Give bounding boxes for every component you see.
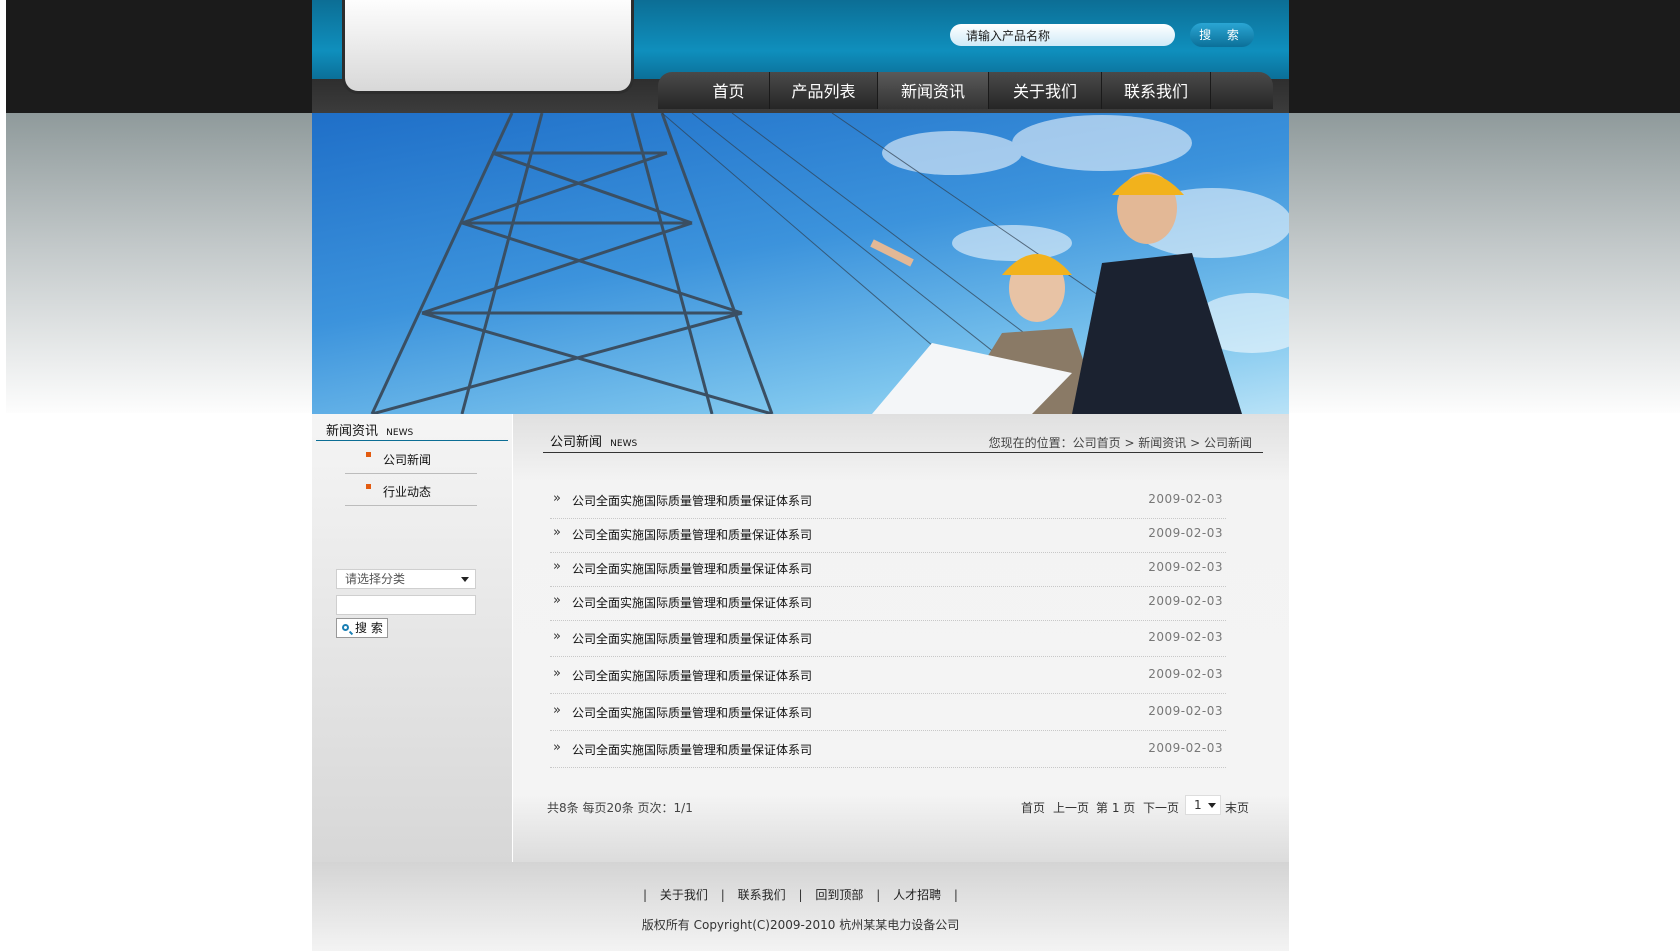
- sidebar-search-label: 搜 索: [355, 621, 383, 635]
- pager-prev[interactable]: 上一页: [1053, 799, 1089, 816]
- page-select[interactable]: 1: [1185, 795, 1221, 815]
- page-title-text: 公司新闻: [550, 435, 603, 450]
- product-search-button[interactable]: 搜 索: [1190, 23, 1254, 47]
- sidebar-title: 新闻资讯 NEWS: [326, 420, 413, 439]
- footer-link-jobs[interactable]: 人才招聘: [893, 888, 941, 902]
- bullet-icon: [366, 452, 371, 457]
- news-title[interactable]: 公司全面实施国际质量管理和质量保证体系司: [572, 741, 812, 758]
- nav-contact[interactable]: 联系我们: [1102, 72, 1211, 109]
- double-chevron-icon: »: [553, 559, 561, 574]
- news-date: 2009-02-03: [1148, 526, 1223, 540]
- news-title[interactable]: 公司全面实施国际质量管理和质量保证体系司: [572, 630, 812, 647]
- nav-home[interactable]: 首页: [688, 72, 770, 109]
- double-chevron-icon: »: [553, 525, 561, 540]
- news-date: 2009-02-03: [1148, 704, 1223, 718]
- double-chevron-icon: »: [553, 666, 561, 681]
- double-chevron-icon: »: [553, 703, 561, 718]
- news-date: 2009-02-03: [1148, 560, 1223, 574]
- banner-illustration: [370, 113, 1289, 414]
- sidebar: 新闻资讯 NEWS 公司新闻 行业动态 请选择分类 搜 索: [312, 414, 512, 862]
- pager-last[interactable]: 末页: [1225, 799, 1249, 816]
- logo-area: [342, 0, 634, 94]
- pager-next[interactable]: 下一页: [1143, 799, 1179, 816]
- page-title-en: NEWS: [610, 439, 638, 449]
- double-chevron-icon: »: [553, 593, 561, 608]
- news-row[interactable]: » 公司全面实施国际质量管理和质量保证体系司 2009-02-03: [550, 695, 1226, 731]
- copyright: 版权所有 Copyright(C)2009-2010 杭州某某电力设备公司: [641, 918, 960, 932]
- header: 搜 索 首页 产品列表 新闻资讯 关于我们 联系我们: [312, 0, 1289, 113]
- nav-about[interactable]: 关于我们: [989, 72, 1102, 109]
- news-date: 2009-02-03: [1148, 667, 1223, 681]
- sidebar-item-industry-news[interactable]: 行业动态: [345, 474, 477, 506]
- chevron-down-icon: [1208, 803, 1216, 808]
- search-icon: [342, 624, 349, 631]
- footer-links: | 关于我们 | 联系我们 | 回到顶部 | 人才招聘 |: [312, 886, 1289, 903]
- nav-news[interactable]: 新闻资讯: [878, 72, 989, 109]
- footer-link-about[interactable]: 关于我们: [660, 888, 708, 902]
- news-date: 2009-02-03: [1148, 741, 1223, 755]
- news-row[interactable]: » 公司全面实施国际质量管理和质量保证体系司 2009-02-03: [550, 517, 1226, 553]
- news-title[interactable]: 公司全面实施国际质量管理和质量保证体系司: [572, 704, 812, 721]
- news-title[interactable]: 公司全面实施国际质量管理和质量保证体系司: [572, 667, 812, 684]
- pager-current: 第 1 页: [1096, 801, 1136, 815]
- sidebar-item-company-news[interactable]: 公司新闻: [345, 442, 477, 474]
- main-content: 公司新闻 NEWS 您现在的位置：公司首页 > 新闻资讯 > 公司新闻 » 公司…: [513, 414, 1289, 862]
- sidebar-title-text: 新闻资讯: [326, 424, 379, 439]
- banner-image: [312, 113, 1289, 414]
- sidebar-keyword-input[interactable]: [336, 595, 476, 615]
- category-select[interactable]: 请选择分类: [336, 569, 476, 589]
- news-title[interactable]: 公司全面实施国际质量管理和质量保证体系司: [572, 526, 812, 543]
- news-row[interactable]: » 公司全面实施国际质量管理和质量保证体系司 2009-02-03: [550, 483, 1226, 519]
- news-row[interactable]: » 公司全面实施国际质量管理和质量保证体系司 2009-02-03: [550, 621, 1226, 657]
- chevron-down-icon: [461, 577, 469, 582]
- sidebar-item-label: 行业动态: [383, 485, 432, 499]
- sidebar-item-label: 公司新闻: [383, 453, 432, 467]
- footer-link-contact[interactable]: 联系我们: [738, 888, 786, 902]
- news-date: 2009-02-03: [1148, 492, 1223, 506]
- title-divider: [543, 452, 1263, 453]
- product-search-input[interactable]: [950, 24, 1175, 46]
- footer-separator: |: [953, 888, 958, 902]
- news-title[interactable]: 公司全面实施国际质量管理和质量保证体系司: [572, 560, 812, 577]
- nav-products[interactable]: 产品列表: [770, 72, 878, 109]
- footer-link-top[interactable]: 回到顶部: [815, 888, 863, 902]
- footer-separator: |: [876, 888, 881, 902]
- footer-separator: |: [720, 888, 725, 902]
- bullet-icon: [366, 484, 371, 489]
- pager: 首页 上一页 第 1 页 下一页 1 末页: [1021, 795, 1251, 817]
- news-date: 2009-02-03: [1148, 594, 1223, 608]
- sidebar-title-en: NEWS: [386, 428, 414, 438]
- double-chevron-icon: »: [553, 491, 561, 506]
- double-chevron-icon: »: [553, 740, 561, 755]
- news-row[interactable]: » 公司全面实施国际质量管理和质量保证体系司 2009-02-03: [550, 585, 1226, 621]
- sidebar-search-button[interactable]: 搜 索: [336, 618, 388, 638]
- page-select-value: 1: [1194, 798, 1202, 812]
- page-title: 公司新闻 NEWS: [550, 431, 637, 450]
- sidebar-divider: [316, 440, 508, 441]
- pager-info: 共8条 每页20条 页次：1/1: [547, 801, 693, 815]
- pager-first[interactable]: 首页: [1021, 799, 1045, 816]
- news-title[interactable]: 公司全面实施国际质量管理和质量保证体系司: [572, 594, 812, 611]
- news-row[interactable]: » 公司全面实施国际质量管理和质量保证体系司 2009-02-03: [550, 658, 1226, 694]
- footer: | 关于我们 | 联系我们 | 回到顶部 | 人才招聘 | 版权所有 Copyr…: [312, 862, 1289, 951]
- news-title[interactable]: 公司全面实施国际质量管理和质量保证体系司: [572, 492, 812, 509]
- news-row[interactable]: » 公司全面实施国际质量管理和质量保证体系司 2009-02-03: [550, 732, 1226, 768]
- category-select-value: 请选择分类: [345, 572, 406, 586]
- double-chevron-icon: »: [553, 629, 561, 644]
- site-container: 搜 索 首页 产品列表 新闻资讯 关于我们 联系我们: [312, 0, 1289, 951]
- breadcrumb: 您现在的位置：公司首页 > 新闻资讯 > 公司新闻: [988, 436, 1252, 450]
- main-nav: 首页 产品列表 新闻资讯 关于我们 联系我们: [658, 72, 1273, 109]
- news-date: 2009-02-03: [1148, 630, 1223, 644]
- footer-separator: |: [798, 888, 803, 902]
- footer-separator: |: [643, 888, 648, 902]
- power-tower: [370, 113, 774, 414]
- news-row[interactable]: » 公司全面实施国际质量管理和质量保证体系司 2009-02-03: [550, 551, 1226, 587]
